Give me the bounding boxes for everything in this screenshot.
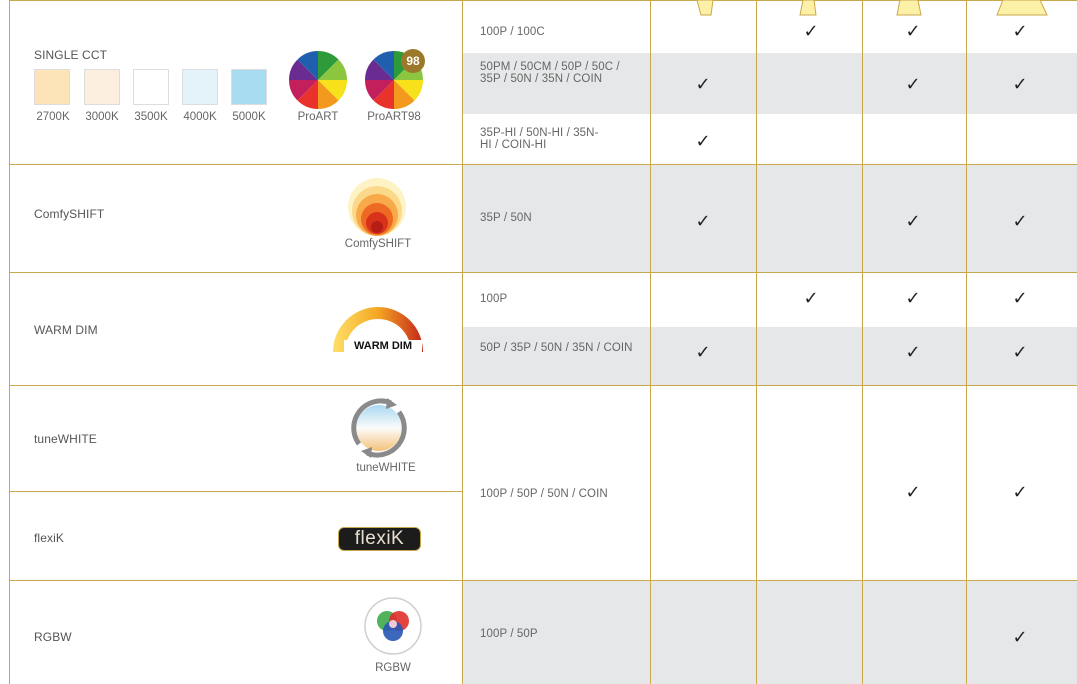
- check-wd2-col1: ✓: [695, 342, 711, 363]
- grid-col-models: [462, 0, 463, 684]
- grid-row-cct-end: [9, 164, 1077, 165]
- grid-col-3: [862, 0, 863, 684]
- row-label-flexik: flexiK: [34, 531, 64, 545]
- shaded-row-warm-dim-2: [463, 327, 1077, 385]
- check-wd1-col4: ✓: [1012, 288, 1028, 309]
- swatch-4000k: [182, 69, 218, 105]
- check-twfk-col3: ✓: [905, 482, 921, 503]
- lamp-tip-1: [696, 0, 714, 16]
- check-cct3-col1: ✓: [695, 131, 711, 152]
- grid-col-4: [966, 0, 967, 684]
- grid-left-border: [9, 0, 10, 684]
- shaded-row-comfyshift: [463, 165, 1077, 272]
- grid-row-warmdim-end: [9, 385, 1077, 386]
- swatch-label-5000k: 5000K: [232, 111, 266, 123]
- check-wd1-col2: ✓: [803, 288, 819, 309]
- flexik-logo: flexiK: [338, 527, 421, 551]
- models-single-cct-1: 100P / 100C: [480, 26, 545, 38]
- models-single-cct-3: 35P-HI / 50N-HI / 35N-HI / COIN-HI: [480, 127, 599, 151]
- check-cct2-col3: ✓: [905, 74, 921, 95]
- swatch-5000k: [231, 69, 267, 105]
- proart-color-wheel-icon: [289, 51, 347, 109]
- check-cct1-col4: ✓: [1012, 21, 1028, 42]
- models-comfyshift: 35P / 50N: [480, 212, 532, 224]
- swatch-label-3500k: 3500K: [134, 111, 168, 123]
- comfyshift-icon-label: ComfySHIFT: [344, 238, 412, 250]
- row-label-single-cct: SINGLE CCT: [34, 48, 108, 62]
- proart98-label: ProART98: [367, 111, 421, 123]
- check-twfk-col4: ✓: [1012, 482, 1028, 503]
- lamp-tip-icons: [696, 0, 1048, 16]
- check-wd2-col4: ✓: [1012, 342, 1028, 363]
- grid-row-comfy-end: [9, 272, 1077, 273]
- check-cct1-col2: ✓: [803, 21, 819, 42]
- row-label-comfyshift: ComfySHIFT: [34, 207, 105, 221]
- tunewhite-icon-label: tuneWHITE: [356, 462, 416, 474]
- lamp-tip-4: [996, 0, 1048, 16]
- lamp-tip-3: [896, 0, 922, 16]
- swatch-label-4000k: 4000K: [183, 111, 217, 123]
- swatch-2700k: [34, 69, 70, 105]
- proart-label: ProART: [297, 111, 339, 123]
- check-wd2-col3: ✓: [905, 342, 921, 363]
- grid-row-tunewhite-end: [9, 491, 462, 492]
- check-comfy-col4: ✓: [1012, 211, 1028, 232]
- models-single-cct-2: 50PM / 50CM / 50P / 50C / 35P / 50N / 35…: [480, 61, 620, 85]
- proart98-badge: 98: [401, 49, 425, 73]
- check-cct2-col1: ✓: [695, 74, 711, 95]
- check-rgbw-col4: ✓: [1012, 627, 1028, 648]
- models-warm-dim-1: 100P: [480, 293, 508, 305]
- row-label-rgbw: RGBW: [34, 630, 72, 644]
- shaded-row-rgbw: [463, 581, 1077, 684]
- grid-row-flexik-end: [9, 580, 1077, 581]
- models-tunewhite-flexik: 100P / 50P / 50N / COIN: [480, 488, 608, 500]
- rgbw-icon-label: RGBW: [375, 662, 411, 674]
- check-comfy-col3: ✓: [905, 211, 921, 232]
- row-label-warm-dim: WARM DIM: [34, 323, 98, 337]
- models-warm-dim-2: 50P / 35P / 50N / 35N / COIN: [480, 342, 633, 354]
- grid-col-2: [756, 0, 757, 684]
- swatch-3500k: [133, 69, 169, 105]
- lamp-tip-2: [799, 0, 817, 16]
- check-cct1-col3: ✓: [905, 21, 921, 42]
- swatch-3000k: [84, 69, 120, 105]
- swatch-label-2700k: 2700K: [36, 111, 70, 123]
- row-label-tunewhite: tuneWHITE: [34, 432, 97, 446]
- swatch-label-3000k: 3000K: [85, 111, 119, 123]
- grid-col-1: [650, 0, 651, 684]
- tunewhite-icon: [351, 398, 407, 458]
- check-wd1-col3: ✓: [905, 288, 921, 309]
- warm-dim-icon-label: WARM DIM: [344, 340, 422, 353]
- rgbw-icon: [364, 597, 422, 655]
- models-rgbw: 100P / 50P: [480, 628, 538, 640]
- check-comfy-col1: ✓: [695, 211, 711, 232]
- comfyshift-icon: [348, 178, 406, 236]
- check-cct2-col4: ✓: [1012, 74, 1028, 95]
